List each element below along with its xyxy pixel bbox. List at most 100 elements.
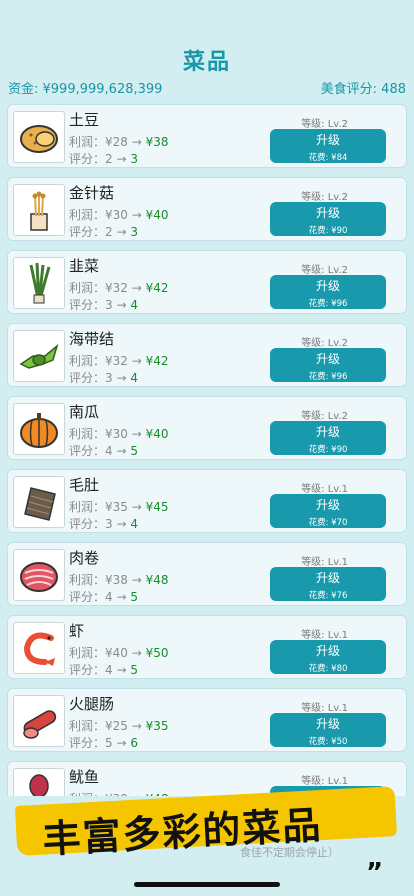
- rating-line: 评分：4 → 5: [69, 661, 138, 678]
- profit-line: 利润：¥32 → ¥42: [69, 279, 169, 296]
- profit-line: 利润：¥38 → ¥48: [69, 571, 169, 588]
- profit-next: ¥35: [145, 719, 169, 733]
- rating-line: 评分：4 → 5: [69, 588, 138, 605]
- profit-current: 利润：¥35 →: [69, 500, 146, 514]
- upgrade-label: 升级: [315, 279, 340, 293]
- dish-card: 火腿肠 利润：¥25 → ¥35 评分：5 → 6 等级: Lv.1 升级 花费: ¥50: [7, 688, 407, 752]
- profit-current: 利润：¥32 →: [69, 281, 146, 295]
- dish-name: 海带结: [69, 330, 115, 348]
- upgrade-cost: 花费: ¥90: [308, 226, 348, 236]
- rating-current: 评分：4 →: [69, 663, 131, 677]
- upgrade-label: 升级: [315, 717, 340, 731]
- dish-name: 虾: [69, 622, 85, 640]
- profit-line: 利润：¥28 → ¥38: [69, 133, 169, 150]
- upgrade-button[interactable]: 升级花费: ¥70: [270, 494, 386, 528]
- rating-next: 4: [130, 298, 138, 312]
- rating-current: 评分：2 →: [69, 152, 131, 166]
- dish-card: 肉卷 利润：¥38 → ¥48 评分：4 → 5 等级: Lv.1 升级 花费: ¥76: [7, 542, 407, 606]
- upgrade-button[interactable]: 升级花费: ¥50: [270, 713, 386, 747]
- squid-icon: [13, 768, 65, 796]
- dish-card: 毛肚 利润：¥35 → ¥45 评分：3 → 4 等级: Lv.1 升级 花费: ¥70: [7, 469, 407, 533]
- profit-next: ¥50: [145, 646, 169, 660]
- upgrade-button[interactable]: 升级 花费: ¥96: [270, 275, 386, 309]
- dish-name: 肉卷: [69, 549, 100, 567]
- rating-next: 5: [130, 444, 138, 458]
- rating-next: 3: [130, 152, 138, 166]
- potato-icon: [13, 111, 65, 163]
- rating-next: 5: [130, 590, 138, 604]
- rating-current: 评分：3 →: [69, 517, 131, 531]
- rating-line: 评分：5 → 6: [69, 734, 138, 751]
- dish-card: 海带结 利润：¥32 → ¥42 评分：3 → 4 等级: Lv.2 升级 花费: ¥96: [7, 323, 407, 387]
- rating-current: 评分：4 →: [69, 444, 131, 458]
- upgrade-button[interactable]: 升级花费: ¥80: [270, 640, 386, 674]
- rating-next: 4: [130, 371, 138, 385]
- rating-current: 评分：3 →: [69, 371, 131, 385]
- meat-roll-icon: [13, 549, 65, 601]
- profit-next: ¥40: [145, 427, 169, 441]
- upgrade-cost: 花费: ¥80: [308, 664, 348, 674]
- rating-current: 评分：3 →: [69, 298, 131, 312]
- upgrade-button[interactable]: 升级花费: ¥96: [270, 348, 386, 382]
- upgrade-label: 升级: [315, 352, 340, 366]
- dish-name: 金针菇: [69, 184, 115, 202]
- profit-next: ¥48: [145, 573, 169, 587]
- level-label: 等级: Lv.2: [301, 265, 348, 276]
- profit-current: 利润：¥25 →: [69, 719, 146, 733]
- profit-current: 利润：¥30 →: [69, 208, 146, 222]
- upgrade-cost: 花费: ¥50: [308, 737, 348, 747]
- shrimp-icon: [13, 622, 65, 674]
- profit-line: 利润：¥30 → ¥40: [69, 425, 169, 442]
- profit-current: 利润：¥28 →: [69, 135, 146, 149]
- dish-card: 金针菇 利润：¥30 → ¥40 评分：2 → 3 等级: Lv.2 升级 花费: ¥90: [7, 177, 407, 241]
- dish-card: 南瓜 利润：¥30 → ¥40 评分：4 → 5 等级: Lv.2 升级 花费: ¥90: [7, 396, 407, 460]
- profit-next: ¥40: [145, 208, 169, 222]
- upgrade-cost: 花费: ¥70: [308, 518, 348, 528]
- profit-line: 利润：¥40 → ¥50: [69, 644, 169, 661]
- rating-line: 评分：3 → 4: [69, 369, 138, 386]
- rating-line: 评分：2 → 3: [69, 223, 138, 240]
- profit-current: 利润：¥30 →: [69, 427, 146, 441]
- upgrade-label: 升级: [315, 206, 340, 220]
- upgrade-cost: 花费: ¥96: [308, 372, 348, 382]
- dish-name: 土豆: [69, 111, 100, 129]
- rating-next: 4: [130, 517, 138, 531]
- dish-name: 鱿鱼: [69, 768, 100, 786]
- rating-line: 评分：3 → 4: [69, 515, 138, 532]
- profit-next: ¥42: [145, 281, 169, 295]
- home-indicator: [134, 882, 280, 887]
- level-label: 等级: Lv.2: [301, 338, 348, 349]
- upgrade-label: 升级: [315, 425, 340, 439]
- kelp-knot-icon: [13, 330, 65, 382]
- upgrade-button[interactable]: 升级 花费: ¥76: [270, 567, 386, 601]
- dish-name: 毛肚: [69, 476, 100, 494]
- upgrade-label: 升级: [315, 644, 340, 658]
- upgrade-button[interactable]: 升级花费: ¥90: [270, 202, 386, 236]
- profit-next: ¥38: [145, 135, 169, 149]
- level-label: 等级: Lv.1: [301, 484, 348, 495]
- upgrade-label: 升级: [315, 498, 340, 512]
- profit-current: 利润：¥38 →: [69, 573, 146, 587]
- chives-icon: [13, 257, 65, 309]
- level-label: 等级: Lv.1: [301, 703, 348, 714]
- enoki-mushroom-icon: [13, 184, 65, 236]
- profit-next: ¥42: [145, 354, 169, 368]
- upgrade-cost: 花费: ¥76: [308, 591, 348, 601]
- dish-card: 土豆 利润：¥28 → ¥38 评分：2 → 3 等级: Lv.2 升级 花费: ¥84: [7, 104, 407, 168]
- funds-label: 资金: ¥999,999,628,399: [8, 82, 163, 97]
- profit-next: ¥45: [145, 500, 169, 514]
- dish-list[interactable]: 土豆 利润：¥28 → ¥38 评分：2 → 3 等级: Lv.2 升级 花费: ¥84 金…: [7, 104, 407, 796]
- profit-current: 利润：¥32 →: [69, 354, 146, 368]
- stats-bar: 资金: ¥999,999,628,399 美食评分: 488: [8, 78, 406, 97]
- level-label: 等级: Lv.2: [301, 119, 348, 130]
- upgrade-button[interactable]: 升级 花费: ¥90: [270, 421, 386, 455]
- rating-line: 评分：3 → 4: [69, 296, 138, 313]
- quote-mark: ”: [366, 858, 384, 888]
- upgrade-button[interactable]: 升级 花费: ¥84: [270, 129, 386, 163]
- profit-line: 利润：¥25 → ¥35: [69, 717, 169, 734]
- food-rating-label: 美食评分: 488: [320, 82, 406, 97]
- pumpkin-icon: [13, 403, 65, 455]
- rating-line: 评分：2 → 3: [69, 150, 138, 167]
- rating-line: 评分：4 → 5: [69, 442, 138, 459]
- dish-name: 火腿肠: [69, 695, 115, 713]
